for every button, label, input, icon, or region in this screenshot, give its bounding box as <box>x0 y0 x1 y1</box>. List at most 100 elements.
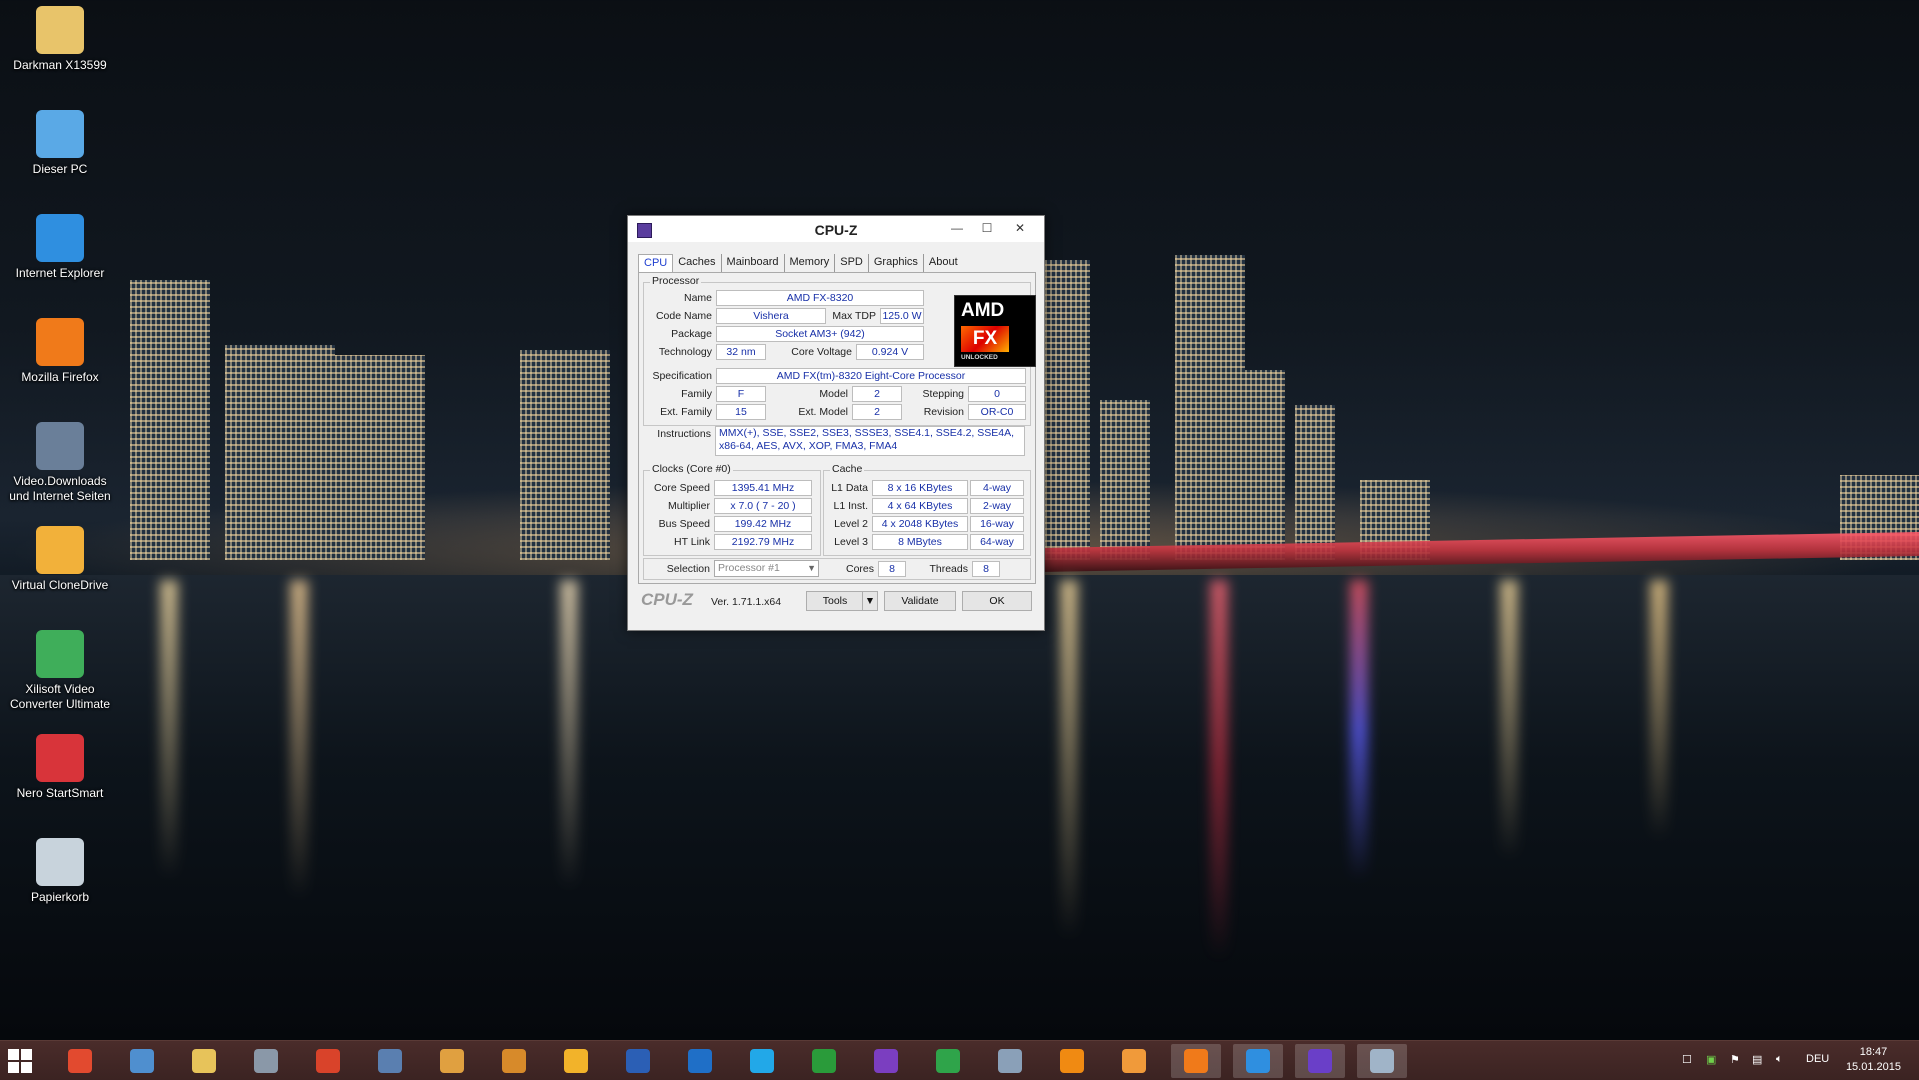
reflection <box>1350 580 1368 880</box>
internet-explorer-icon <box>1246 1049 1270 1073</box>
title-bar[interactable]: CPU-Z — ☐ ✕ <box>628 216 1044 242</box>
desktop-icon[interactable]: Papierkorb <box>5 838 115 905</box>
l1data-label: L1 Data <box>831 482 868 494</box>
reflection <box>1650 580 1668 840</box>
taskbar-app-button[interactable] <box>55 1044 105 1078</box>
tab-graphics[interactable]: Graphics <box>869 254 924 272</box>
specification-value: AMD FX(tm)-8320 Eight-Core Processor <box>716 368 1026 384</box>
tab-bar: CPU Caches Mainboard Memory SPD Graphics… <box>638 254 963 272</box>
taskbar-app-button[interactable] <box>117 1044 167 1078</box>
outlook-icon <box>688 1049 712 1073</box>
l1data-value: 8 x 16 KBytes <box>872 480 968 496</box>
taskbar-app-button[interactable] <box>985 1044 1035 1078</box>
minimize-button[interactable]: — <box>942 219 972 237</box>
vlc-icon <box>1060 1049 1084 1073</box>
desktop-icon[interactable]: Video.Downloads und Internet Seiten <box>5 422 115 504</box>
remote-desktop-icon <box>1370 1049 1394 1073</box>
technology-label: Technology <box>658 346 712 358</box>
clocks-group-title: Clocks (Core #0) <box>650 463 733 475</box>
reflection <box>1060 580 1078 940</box>
flag-icon[interactable]: ⚑ <box>1730 1053 1740 1066</box>
tab-caches[interactable]: Caches <box>673 254 722 272</box>
desktop-icon-label: Video.Downloads und Internet Seiten <box>9 474 111 503</box>
start-button[interactable] <box>8 1049 32 1073</box>
cpuz-window[interactable]: CPU-Z — ☐ ✕ CPU Caches Mainboard Memory … <box>627 215 1045 631</box>
desktop-icon[interactable]: Virtual CloneDrive <box>5 526 115 593</box>
tab-memory[interactable]: Memory <box>785 254 836 272</box>
desktop-icon[interactable]: Internet Explorer <box>5 214 115 281</box>
taskbar-app-button[interactable] <box>427 1044 477 1078</box>
tab-spd[interactable]: SPD <box>835 254 869 272</box>
corespeed-value: 1395.41 MHz <box>714 480 812 496</box>
desktop-icon[interactable]: Nero StartSmart <box>5 734 115 801</box>
taskbar-app-button[interactable] <box>1109 1044 1159 1078</box>
tab-mainboard[interactable]: Mainboard <box>722 254 785 272</box>
maximize-button[interactable]: ☐ <box>972 219 1002 237</box>
taskbar-app-button[interactable] <box>675 1044 725 1078</box>
extmodel-label: Ext. Model <box>798 406 848 418</box>
taskbar-app-button[interactable] <box>241 1044 291 1078</box>
tab-about[interactable]: About <box>924 254 963 272</box>
volume-icon[interactable]: 🔈︎ <box>1776 1053 1783 1066</box>
close-button[interactable]: ✕ <box>1002 219 1038 237</box>
taskbar-app-button[interactable] <box>489 1044 539 1078</box>
computer-icon <box>36 110 84 158</box>
taskbar-app-button[interactable] <box>1171 1044 1221 1078</box>
tools-dropdown-button[interactable]: ▼ <box>862 591 878 611</box>
desktop-icon[interactable]: Darkman X13599 <box>5 6 115 73</box>
cpuz-icon <box>1308 1049 1332 1073</box>
skyscraper <box>130 280 210 560</box>
tray-show-hidden-icon[interactable]: ☐ <box>1682 1053 1692 1066</box>
skyscraper <box>1295 405 1335 560</box>
l1inst-value: 4 x 64 KBytes <box>872 498 968 514</box>
tools-button[interactable]: Tools <box>806 591 864 611</box>
validate-button[interactable]: Validate <box>884 591 956 611</box>
desktop-icon-label: Nero StartSmart <box>16 786 104 800</box>
taskbar-app-button[interactable] <box>303 1044 353 1078</box>
desktop-icon[interactable]: Dieser PC <box>5 110 115 177</box>
xbox-games-icon <box>936 1049 960 1073</box>
instructions-value: MMX(+), SSE, SSE2, SSE3, SSSE3, SSE4.1, … <box>715 426 1025 456</box>
selection-row: Selection Processor #1 ▼ Cores 8 Threads… <box>643 558 1031 580</box>
windows-logo-icon <box>8 1062 19 1073</box>
taskbar-app-button[interactable] <box>365 1044 415 1078</box>
skyscraper <box>1100 400 1150 560</box>
clock-time: 18:47 <box>1859 1046 1888 1058</box>
taskbar-app-button[interactable] <box>1047 1044 1097 1078</box>
revision-label: Revision <box>923 406 964 418</box>
taskbar-app-button[interactable] <box>1357 1044 1407 1078</box>
multiplier-label: Multiplier <box>667 500 710 512</box>
clock[interactable]: 18:47 15.01.2015 <box>1846 1045 1901 1075</box>
nvidia-tray-icon[interactable]: ▣ <box>1706 1053 1716 1066</box>
voltage-value: 0.924 V <box>856 344 924 360</box>
ok-button[interactable]: OK <box>962 591 1032 611</box>
taskbar-app-button[interactable] <box>179 1044 229 1078</box>
control-panel-icon <box>130 1049 154 1073</box>
taskbar-app-button[interactable] <box>551 1044 601 1078</box>
skyscraper <box>330 355 425 560</box>
taskbar-app-button[interactable] <box>799 1044 849 1078</box>
taskbar-app-button[interactable] <box>1233 1044 1283 1078</box>
model-value: 2 <box>852 386 902 402</box>
taskbar-app-button[interactable] <box>737 1044 787 1078</box>
fx-logo-text: FX <box>961 326 1009 352</box>
taskbar-app-button[interactable] <box>1295 1044 1345 1078</box>
family-value: F <box>716 386 766 402</box>
chevron-down-icon: ▼ <box>807 563 816 573</box>
desktop-icon[interactable]: Mozilla Firefox <box>5 318 115 385</box>
name-value: AMD FX-8320 <box>716 290 924 306</box>
processor-select[interactable]: Processor #1 ▼ <box>714 560 819 577</box>
busspeed-label: Bus Speed <box>658 518 710 530</box>
unlocked-logo-text: UNLOCKED <box>961 354 998 361</box>
taskbar-app-button[interactable] <box>861 1044 911 1078</box>
desktop-icon[interactable]: Xilisoft Video Converter Ultimate <box>5 630 115 712</box>
taskbar-app-button[interactable] <box>923 1044 973 1078</box>
input-language[interactable]: DEU <box>1806 1053 1829 1065</box>
trophy-icon <box>874 1049 898 1073</box>
network-icon[interactable]: ▤ <box>1752 1053 1762 1066</box>
version-label: Ver. 1.71.1.x64 <box>711 596 782 608</box>
busspeed-value: 199.42 MHz <box>714 516 812 532</box>
taskbar-app-button[interactable] <box>613 1044 663 1078</box>
tab-cpu[interactable]: CPU <box>638 254 674 272</box>
name-label: Name <box>683 292 712 304</box>
